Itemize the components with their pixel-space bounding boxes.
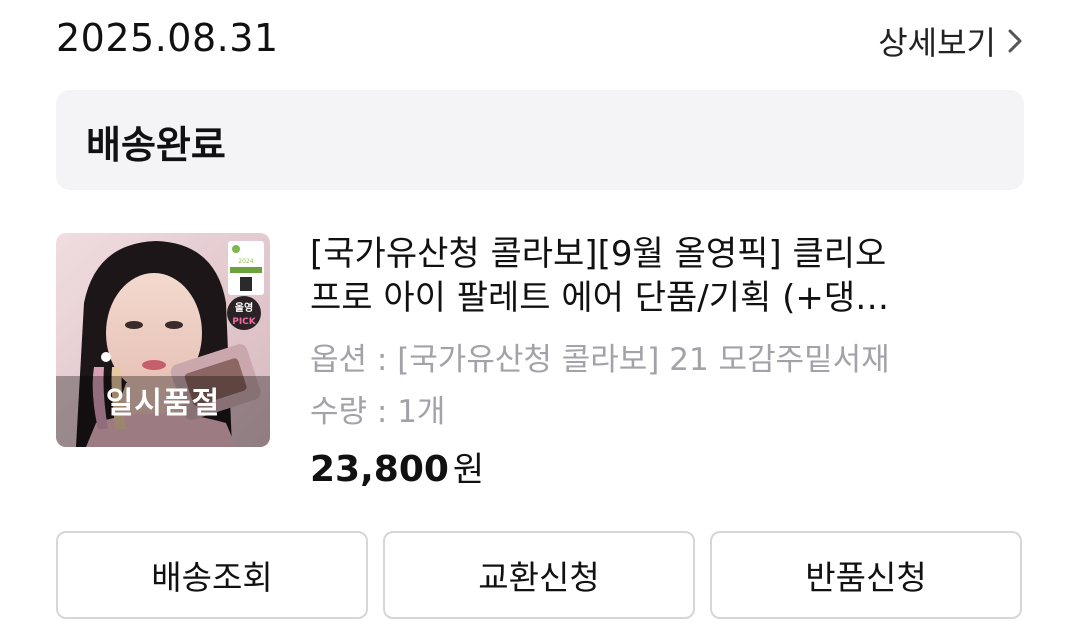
pick-badge-line2: PICK <box>232 317 257 327</box>
soldout-badge: 일시품절 <box>105 386 221 421</box>
pick-badge-line1: 올영 <box>235 301 253 314</box>
return-request-button[interactable]: 반품신청 <box>710 531 1022 619</box>
order-detail-link[interactable]: 상세보기 <box>878 18 1024 64</box>
price-amount: 23,800 <box>310 449 449 490</box>
delivery-status-box: 배송완료 <box>56 90 1024 190</box>
order-date: 2025.08.31 <box>56 16 279 60</box>
track-delivery-button[interactable]: 배송조회 <box>56 531 368 619</box>
product-title-line2: 프로 아이 팔레트 에어 단품/기획 (+댕… <box>310 278 890 318</box>
exchange-request-button[interactable]: 교환신청 <box>383 531 695 619</box>
product-title[interactable]: [국가유산청 콜라보][9월 올영픽] 클리오 프로 아이 팔레트 에어 단품/… <box>310 232 930 320</box>
product-quantity: 수량 : 1개 <box>310 394 446 430</box>
delivery-status-text: 배송완료 <box>86 123 226 167</box>
order-detail-label: 상세보기 <box>878 24 996 62</box>
product-thumbnail[interactable]: 2024 올영 PICK 일시품절 <box>56 233 270 447</box>
awards-year: 2024 <box>238 258 253 265</box>
chevron-right-icon <box>1008 29 1022 53</box>
product-title-line1: [국가유산청 콜라보][9월 올영픽] 클리오 <box>310 234 887 274</box>
product-option: 옵션 : [국가유산청 콜라보] 21 모감주밑서재 <box>310 342 890 378</box>
product-price: 23,800 원 <box>310 442 484 491</box>
price-currency: 원 <box>452 450 485 490</box>
